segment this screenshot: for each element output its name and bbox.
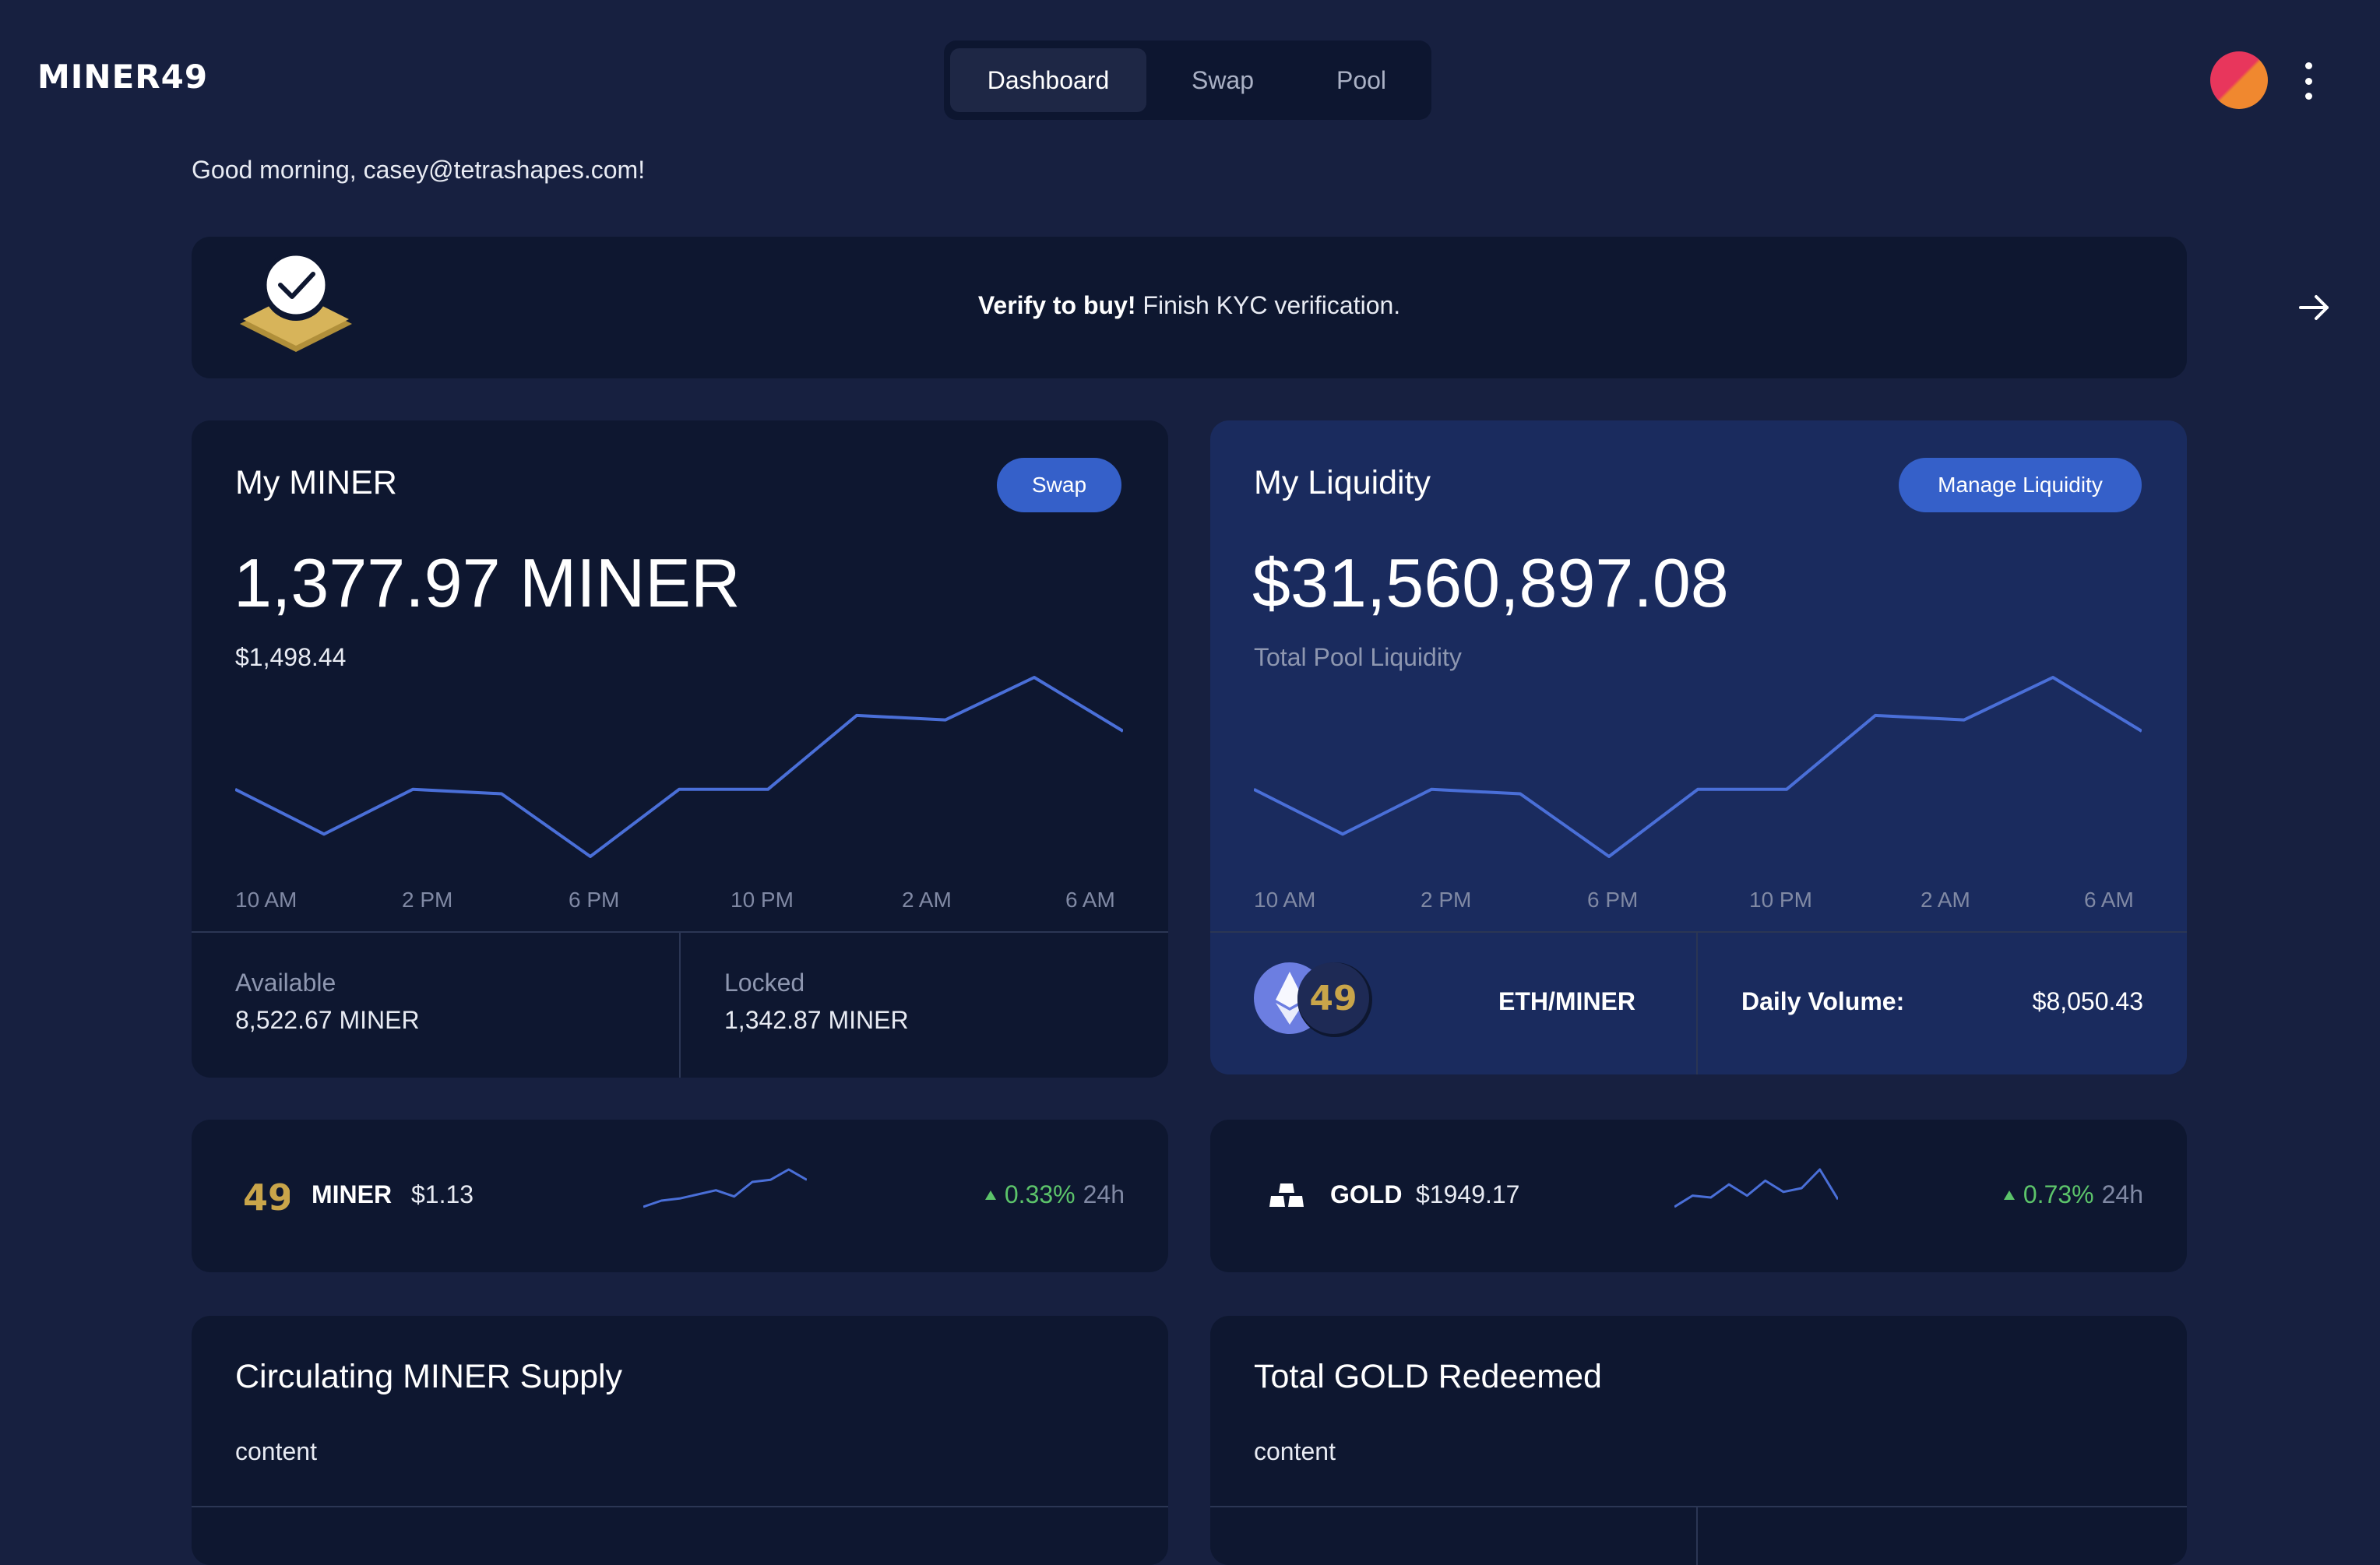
ticker-miner[interactable]: 49 MINER $1.13 0.33% 24h	[192, 1120, 1168, 1272]
gold-redeemed-title: Total GOLD Redeemed	[1254, 1358, 1602, 1395]
miner-sparkline	[643, 1168, 807, 1208]
gold-sparkline	[1674, 1168, 1838, 1208]
x-tick: 10 AM	[235, 888, 298, 912]
tab-swap[interactable]: Swap	[1146, 48, 1299, 112]
daily-volume-value: $8,050.43	[2032, 987, 2143, 1015]
my-miner-card: My MINER Swap 1,377.97 MINER $1,498.44 1…	[192, 420, 1168, 1078]
my-liquidity-card: My Liquidity Manage Liquidity $31,560,89…	[1210, 420, 2187, 1074]
gold-sparkline-line	[1674, 1168, 1838, 1208]
app-logo[interactable]: MINER49	[37, 58, 208, 96]
available-label: Available	[235, 969, 336, 997]
card-divider	[192, 1506, 1168, 1507]
x-tick: 2 PM	[1421, 888, 1472, 912]
ticker-price: $1949.17	[1416, 1180, 1520, 1208]
card-divider	[1696, 1507, 1698, 1565]
greeting-text: Good morning, casey@tetrashapes.com!	[192, 156, 646, 184]
ticker-name: MINER	[312, 1180, 393, 1208]
x-tick: 6 PM	[569, 888, 620, 912]
gold-bars-icon	[1269, 1183, 1304, 1207]
ticker-period: 24h	[1083, 1180, 1125, 1208]
arrow-right-icon[interactable]	[2294, 288, 2333, 327]
eth-miner-pair-icon: 49	[1254, 962, 1372, 1037]
x-tick: 2 PM	[402, 888, 453, 912]
ticker-gold[interactable]: GOLD $1949.17 0.73% 24h	[1210, 1120, 2187, 1272]
swap-button[interactable]: Swap	[997, 458, 1121, 512]
miner-chart-xaxis: 10 AM 2 PM 6 PM 10 PM 2 AM 6 AM	[235, 888, 1123, 919]
circulating-supply-content: content	[235, 1437, 317, 1465]
available-value: 8,522.67 MINER	[235, 1006, 420, 1034]
x-tick: 6 PM	[1587, 888, 1639, 912]
daily-volume-label: Daily Volume:	[1741, 987, 1905, 1015]
miner-line-chart	[235, 676, 1123, 858]
ticker-change: 0.33%	[1004, 1180, 1076, 1208]
tab-dashboard[interactable]: Dashboard	[950, 48, 1146, 112]
gold-redeemed-card: Total GOLD Redeemed content	[1210, 1316, 2187, 1565]
locked-value: 1,342.87 MINER	[724, 1006, 909, 1034]
manage-liquidity-button[interactable]: Manage Liquidity	[1899, 458, 2142, 512]
main-nav: Dashboard Swap Pool	[944, 40, 1431, 120]
liquidity-value: $31,560,897.08	[1252, 544, 1729, 621]
kyc-banner-text: Verify to buy! Finish KYC verification.	[192, 291, 2187, 320]
gold-redeemed-content: content	[1254, 1437, 1336, 1465]
up-triangle-icon	[984, 1190, 996, 1200]
my-liquidity-title: My Liquidity	[1254, 464, 1431, 501]
ticker-price: $1.13	[411, 1180, 474, 1208]
x-tick: 10 PM	[731, 888, 794, 912]
miner-balance: 1,377.97 MINER	[234, 544, 741, 621]
kyc-banner-message: Finish KYC verification.	[1135, 291, 1401, 319]
ticker-period: 24h	[2101, 1180, 2143, 1208]
card-divider	[679, 933, 681, 1078]
more-menu-icon[interactable]	[2299, 62, 2318, 100]
circulating-supply-title: Circulating MINER Supply	[235, 1358, 623, 1395]
liquidity-chart-xaxis: 10 AM 2 PM 6 PM 10 PM 2 AM 6 AM	[1254, 888, 2142, 919]
card-divider	[1210, 1506, 2187, 1507]
x-tick: 10 AM	[1254, 888, 1316, 912]
liquidity-chart-line	[1254, 676, 2142, 858]
miner-chart-line	[235, 676, 1123, 858]
avatar[interactable]	[2210, 51, 2268, 109]
miner49-logo-icon: 49	[243, 1176, 290, 1216]
my-miner-title: My MINER	[235, 464, 397, 501]
tab-pool[interactable]: Pool	[1299, 48, 1424, 112]
ticker-change-group: 0.73% 24h	[2003, 1180, 2143, 1209]
kyc-banner-bold: Verify to buy!	[977, 291, 1136, 319]
pair-name: ETH/MINER	[1498, 987, 1635, 1015]
kyc-banner[interactable]: Verify to buy! Finish KYC verification.	[192, 237, 2329, 378]
x-tick: 2 AM	[1921, 888, 1970, 912]
liquidity-subtitle: Total Pool Liquidity	[1254, 643, 1462, 671]
up-triangle-icon	[2003, 1190, 2015, 1200]
ticker-change: 0.73%	[2023, 1180, 2094, 1208]
card-divider	[1696, 933, 1698, 1074]
x-tick: 6 AM	[1065, 888, 1115, 912]
ticker-change-group: 0.33% 24h	[984, 1180, 1125, 1209]
circulating-supply-card: Circulating MINER Supply content	[192, 1316, 1168, 1565]
x-tick: 2 AM	[902, 888, 952, 912]
card-divider	[1210, 931, 2187, 933]
ticker-name: GOLD	[1330, 1180, 1403, 1208]
x-tick: 10 PM	[1749, 888, 1812, 912]
miner-sparkline-line	[643, 1168, 807, 1208]
miner49-logo-text: 49	[243, 1176, 290, 1216]
x-tick: 6 AM	[2084, 888, 2134, 912]
locked-label: Locked	[724, 969, 805, 997]
pair-badge-text: 49	[1309, 979, 1357, 1018]
liquidity-line-chart	[1254, 676, 2142, 858]
miner-usd-value: $1,498.44	[235, 643, 347, 671]
